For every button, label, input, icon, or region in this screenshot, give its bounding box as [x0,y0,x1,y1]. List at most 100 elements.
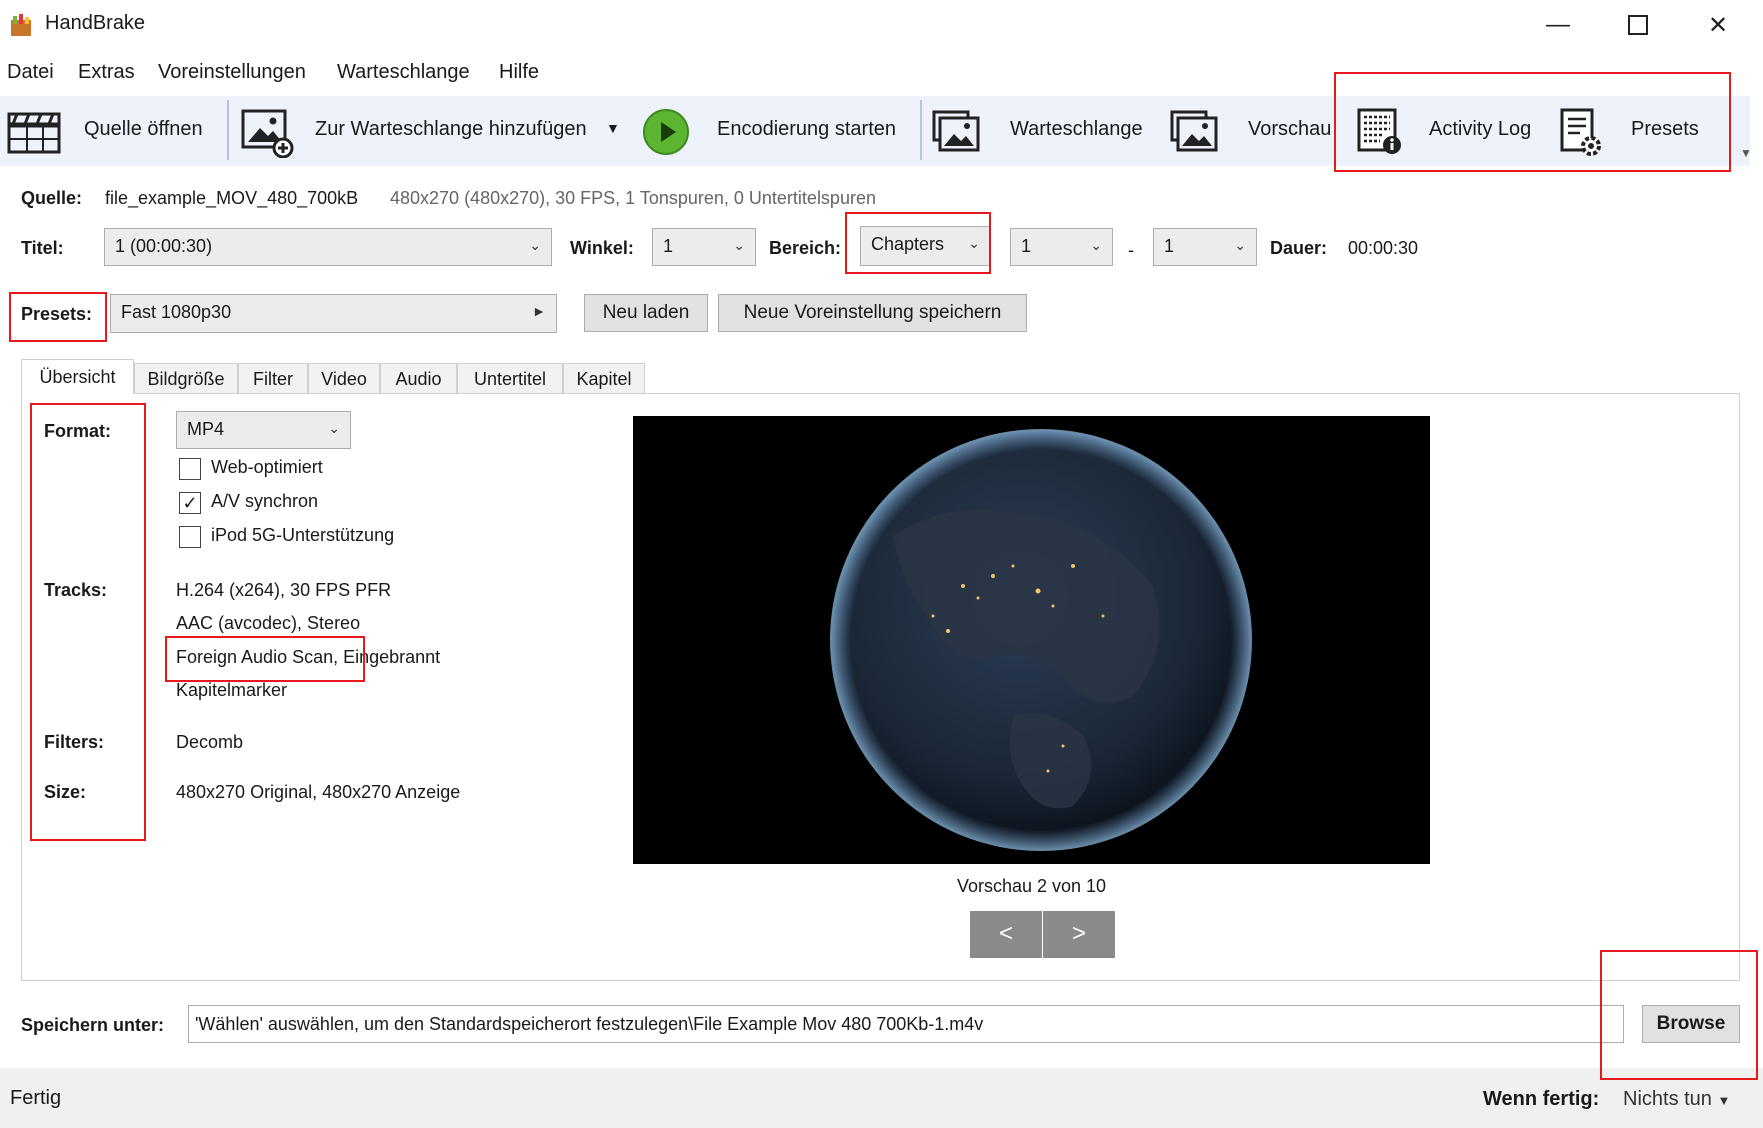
preview-pictures-icon [1170,110,1218,152]
tab-kapitel[interactable]: Kapitel [563,363,645,393]
range-type-select[interactable]: Chapters ⌄ [860,226,991,266]
chevron-down-icon: ⌄ [328,420,340,436]
toolbar-separator [920,100,922,160]
chevron-down-icon: ⌄ [529,237,541,253]
title-bar [0,0,1763,50]
title-select-value: 1 (00:00:30) [115,236,213,256]
when-done-value: Nichts tun [1623,1088,1712,1110]
size-label: Size: [44,782,87,802]
chevron-right-icon: ► [532,303,546,319]
play-icon [643,109,689,155]
tab-bildgroesse[interactable]: Bildgröße [134,363,238,393]
preview-label: Vorschau [1248,118,1332,140]
menu-hilfe[interactable]: Hilfe [499,61,539,84]
window-title: HandBrake [45,12,146,34]
toolbar-overflow-icon[interactable]: ▼ [1740,146,1752,160]
tab-video[interactable]: Video [308,363,380,393]
menu-extras[interactable]: Extras [78,61,135,84]
preview-button[interactable]: Vorschau [1168,104,1332,160]
open-source-label: Quelle öffnen [84,118,203,140]
duration-label: Dauer: [1270,238,1328,258]
maximize-icon [1628,15,1648,35]
add-picture-icon [241,109,294,158]
web-optimized-checkbox[interactable] [179,458,201,480]
size-value: 480x270 Original, 480x270 Anzeige [176,782,461,802]
dropdown-arrow-icon[interactable]: ▼ [606,120,620,136]
format-select-value: MP4 [187,419,225,439]
earth-at-night-image [830,429,1252,851]
preview-prev-button[interactable]: < [970,911,1042,958]
ipod-checkbox[interactable] [179,526,201,548]
menu-datei[interactable]: Datei [7,61,54,84]
filters-label: Filters: [44,732,105,752]
maximize-button[interactable] [1598,0,1678,50]
range-end-value: 1 [1164,236,1175,256]
dropdown-arrow-icon: ▼ [1717,1093,1731,1108]
chevron-down-icon: ⌄ [1090,237,1102,253]
track-audio: AAC (avcodec), Stereo [176,613,361,633]
handbrake-logo-icon [11,14,31,36]
preview-image [633,416,1430,864]
queue-button[interactable]: Warteschlange [930,104,1150,160]
range-type-value: Chapters [871,234,945,254]
presets-toolbar-button[interactable]: Presets [1555,104,1705,160]
range-start-select[interactable]: 1 ⌄ [1010,228,1113,266]
av-sync-label: A/V synchron [211,491,319,511]
when-done-dropdown[interactable]: Nichts tun ▼ [1623,1088,1730,1111]
chevron-down-icon: ⌄ [968,235,980,251]
source-file: file_example_MOV_480_700kB [105,188,359,208]
track-video: H.264 (x264), 30 FPS PFR [176,580,392,600]
browse-button[interactable]: Browse [1642,1005,1740,1043]
add-to-queue-button[interactable]: Zur Warteschlange hinzufügen ▼ [238,104,628,160]
presets-select-value: Fast 1080p30 [121,302,232,322]
preview-next-button[interactable]: > [1043,911,1115,958]
angle-label: Winkel: [570,238,634,258]
angle-select[interactable]: 1 ⌄ [652,228,756,266]
reload-button[interactable]: Neu laden [584,294,708,332]
start-encode-button[interactable]: Encodierung starten [640,104,910,160]
tab-audio[interactable]: Audio [380,363,457,393]
clapperboard-icon [7,112,61,154]
chevron-down-icon: ⌄ [733,237,745,253]
title-select[interactable]: 1 (00:00:30) ⌄ [104,228,552,266]
format-select[interactable]: MP4 ⌄ [176,411,351,449]
tab-filter[interactable]: Filter [238,363,308,393]
open-source-button[interactable]: Quelle öffnen [4,104,226,160]
duration-value: 00:00:30 [1348,238,1419,258]
title-label: Titel: [21,238,64,258]
source-info: 480x270 (480x270), 30 FPS, 1 Tonspuren, … [390,188,876,208]
activity-log-label: Activity Log [1429,118,1532,140]
filters-value: Decomb [176,732,244,752]
close-icon: ✕ [1707,11,1729,39]
add-to-queue-label: Zur Warteschlange hinzufügen [315,118,587,140]
range-end-select[interactable]: 1 ⌄ [1153,228,1257,266]
presets-toolbar-label: Presets [1631,118,1699,140]
save-path-input[interactable]: 'Wählen' auswählen, um den Standardspeic… [188,1005,1624,1043]
status-text: Fertig [10,1087,62,1109]
toolbar-separator [227,100,229,160]
range-dash: - [1128,240,1134,260]
menu-warteschlange[interactable]: Warteschlange [337,61,470,84]
checkmark-icon: ✓ [182,493,198,513]
tab-untertitel[interactable]: Untertitel [457,363,563,393]
menu-voreinstellungen[interactable]: Voreinstellungen [158,61,306,84]
minimize-icon: — [1546,11,1570,38]
when-done-label: Wenn fertig: [1483,1088,1600,1110]
save-new-preset-button[interactable]: Neue Voreinstellung speichern [718,294,1027,332]
save-label: Speichern unter: [21,1015,165,1035]
track-chapters: Kapitelmarker [176,680,288,700]
tab-uebersicht[interactable]: Übersicht [21,359,134,394]
format-label: Format: [44,421,111,441]
activity-log-button[interactable]: Activity Log [1352,104,1532,160]
chevron-down-icon: ⌄ [1234,237,1246,253]
start-encode-label: Encodierung starten [717,118,897,140]
close-button[interactable]: ✕ [1678,0,1758,50]
presets-label: Presets: [21,304,93,324]
source-label: Quelle: [21,188,83,208]
presets-settings-icon [1560,108,1601,156]
av-sync-checkbox[interactable]: ✓ [179,492,201,514]
track-subtitle: Foreign Audio Scan, Eingebrannt [176,647,441,667]
range-start-value: 1 [1021,236,1032,256]
presets-select[interactable]: Fast 1080p30 ► [110,294,557,333]
minimize-button[interactable]: — [1518,0,1598,50]
